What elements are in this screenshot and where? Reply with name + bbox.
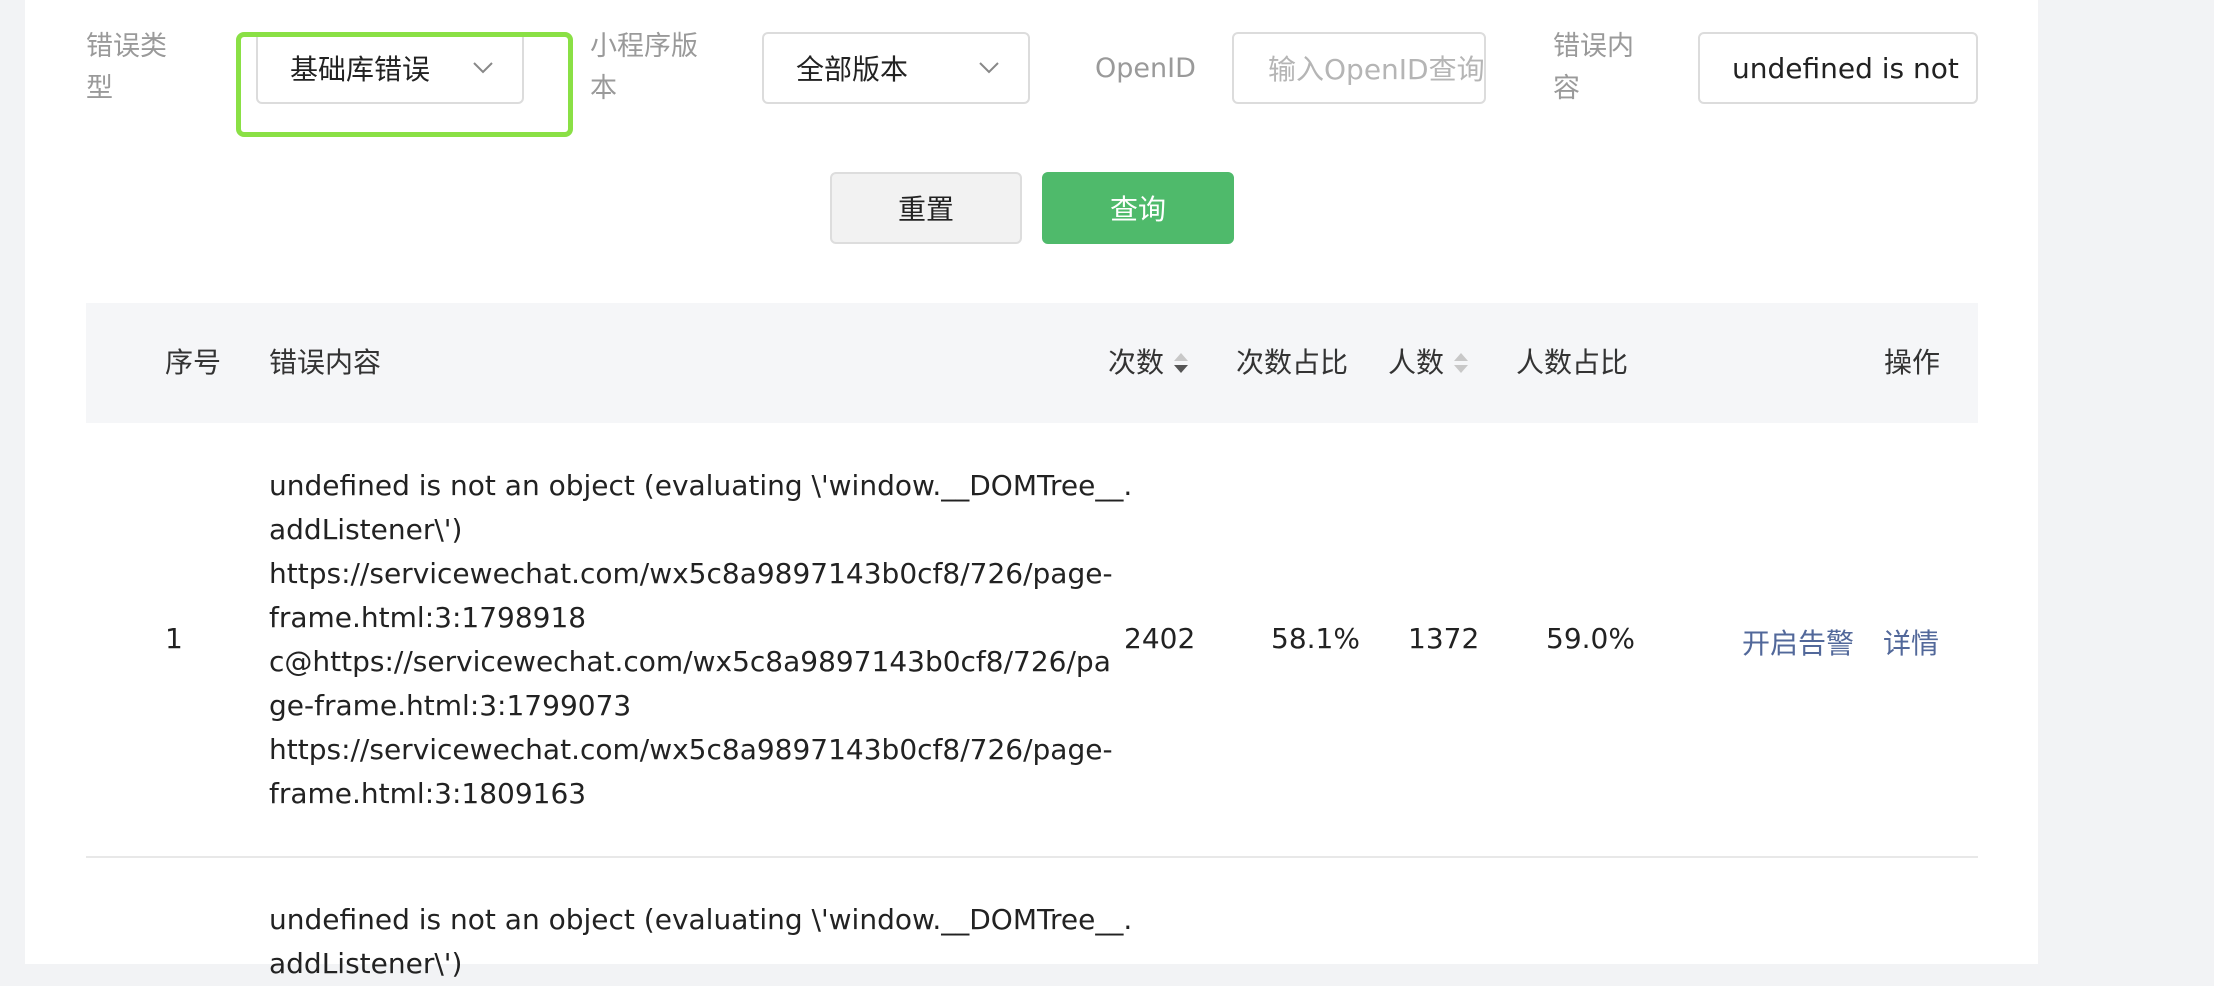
table-header: 序号 错误内容 次数 次数占比 人数 人数占比 操作 bbox=[86, 303, 1978, 423]
enable-alert-link[interactable]: 开启告警 bbox=[1742, 622, 1854, 662]
header-users-ratio: 人数占比 bbox=[1516, 346, 1629, 379]
header-content: 错误内容 bbox=[269, 346, 382, 379]
sort-icon[interactable] bbox=[1172, 351, 1190, 375]
row1-count-ratio: 58.1% bbox=[1271, 622, 1360, 655]
openid-input[interactable]: 输入OpenID查询 bbox=[1232, 32, 1486, 104]
row1-users: 1372 bbox=[1408, 622, 1480, 655]
row1-index: 1 bbox=[165, 622, 183, 655]
row2-error-content: undefined is not an object (evaluating \… bbox=[269, 903, 1133, 980]
row1-count: 2402 bbox=[1124, 622, 1196, 655]
query-button[interactable]: 查询 bbox=[1042, 172, 1234, 244]
detail-link[interactable]: 详情 bbox=[1883, 622, 1939, 662]
header-users[interactable]: 人数 bbox=[1388, 303, 1444, 423]
error-type-label: 错误类 型 bbox=[86, 31, 167, 104]
header-actions: 操作 bbox=[1884, 346, 1941, 379]
version-value: 全部版本 bbox=[796, 53, 909, 86]
chevron-down-icon bbox=[979, 62, 999, 74]
selection-highlight bbox=[236, 32, 573, 137]
row1-users-ratio: 59.0% bbox=[1546, 622, 1635, 655]
content-label: 错误内 容 bbox=[1553, 31, 1634, 104]
reset-button[interactable]: 重置 bbox=[830, 172, 1022, 244]
content-value: undefined is not bbox=[1732, 51, 1959, 85]
row-divider bbox=[86, 856, 1978, 858]
content-input[interactable]: undefined is not bbox=[1698, 32, 1978, 104]
row1-error-content: undefined is not an object (evaluating \… bbox=[269, 469, 1133, 810]
header-count-ratio: 次数占比 bbox=[1236, 346, 1349, 379]
header-count[interactable]: 次数 bbox=[1108, 303, 1164, 423]
openid-placeholder: 输入OpenID查询 bbox=[1268, 53, 1485, 86]
header-index: 序号 bbox=[165, 346, 222, 379]
version-label: 小程序版 本 bbox=[590, 31, 698, 104]
sort-icon[interactable] bbox=[1452, 351, 1470, 375]
openid-label: OpenID bbox=[1095, 53, 1196, 84]
version-select[interactable]: 全部版本 bbox=[762, 32, 1030, 104]
